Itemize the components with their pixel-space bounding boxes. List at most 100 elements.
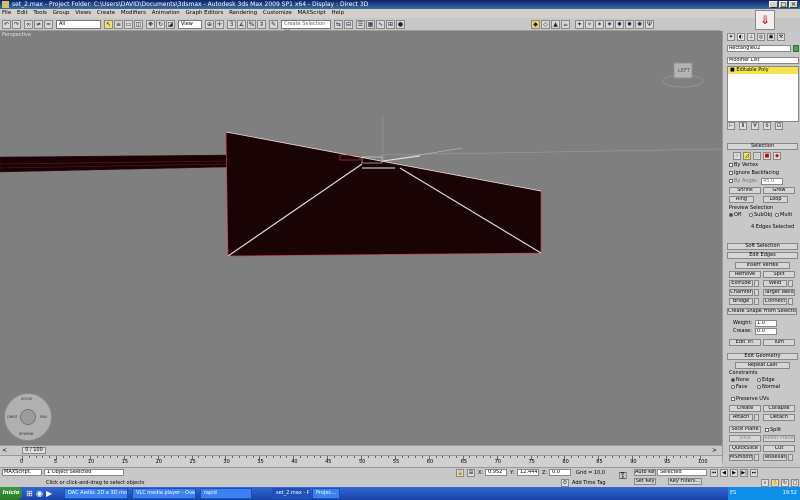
time-slider-thumb[interactable]: 0 / 100	[22, 447, 46, 454]
preserve-uvs-checkbox[interactable]: Preserve UVs	[731, 396, 769, 402]
shrink-button[interactable]: Shrink	[729, 187, 761, 194]
curve-editor-icon[interactable]: ∿	[376, 20, 385, 29]
schematic-view-icon[interactable]: ⊞	[386, 20, 395, 29]
collapse-button[interactable]: Collapse	[763, 405, 795, 412]
object-name-field[interactable]: Rectangle02	[727, 45, 791, 52]
window-crossing-icon[interactable]: ◫	[134, 20, 143, 29]
extrude-settings-button[interactable]	[754, 280, 759, 287]
pan-view-icon[interactable]: ✋	[771, 479, 779, 487]
named-selection-input[interactable]: Create Selection Se	[281, 20, 331, 34]
auto-key-select[interactable]: Selected	[657, 469, 707, 476]
menu-views[interactable]: Views	[73, 10, 93, 16]
connect-settings-button[interactable]	[788, 298, 793, 305]
goto-start-icon[interactable]: ⏮	[710, 469, 718, 477]
weld-button[interactable]: Weld	[763, 280, 787, 287]
close-button[interactable]: ×	[789, 1, 798, 8]
by-angle-checkbox[interactable]: By Angle:	[729, 178, 758, 184]
menu-help[interactable]: Help	[330, 10, 347, 16]
menu-create[interactable]: Create	[95, 10, 117, 16]
task-rapid[interactable]: rapid	[200, 488, 252, 499]
crease-field[interactable]: 0.0	[755, 328, 777, 335]
graphite-icon[interactable]: ▦	[366, 20, 375, 29]
insert-vertex-button[interactable]: Insert Vertex	[735, 262, 790, 269]
tool-c-icon[interactable]: ✶	[595, 20, 604, 29]
weight-field[interactable]: 1.0	[755, 320, 777, 327]
task-projects[interactable]: Projec...	[312, 488, 340, 499]
repeat-last-button[interactable]: Repeat Last	[735, 362, 790, 369]
modifier-list-select[interactable]: Modifier List	[727, 57, 799, 64]
tessellate-settings-button[interactable]	[788, 454, 793, 461]
auto-key-button[interactable]: Auto Key	[634, 469, 656, 476]
align-icon[interactable]: ⊟	[344, 20, 353, 29]
track-bar[interactable]: 0 5 10 15 20 25 30 35 40 45 50 55 60 65 70 75 80 85 90 95 10…	[0, 455, 722, 467]
menu-file[interactable]: File	[0, 10, 13, 16]
steering-wheel-center[interactable]	[20, 409, 36, 425]
task-dac-aiello[interactable]: DAC Aiello: 2D a 3D modi...	[64, 488, 128, 499]
pin-stack-icon[interactable]: ⊢	[727, 122, 735, 130]
tool-h-icon[interactable]: Ψ	[645, 20, 654, 29]
object-color-swatch[interactable]	[793, 45, 799, 52]
chamfer-button[interactable]: Chamfer	[729, 289, 753, 296]
tool-a-icon[interactable]: ✦	[575, 20, 584, 29]
slice-plane-button[interactable]: Slice Plane	[729, 426, 761, 433]
make-unique-icon[interactable]: ∀	[751, 122, 759, 130]
tool-g-icon[interactable]: ✺	[635, 20, 644, 29]
play-icon[interactable]: ▶	[730, 469, 738, 477]
time-slider[interactable]: < 0 / 100 >	[0, 445, 722, 455]
mirror-icon[interactable]: ⇆	[334, 20, 343, 29]
start-button[interactable]: Inicio	[0, 487, 22, 500]
chamfer-settings-button[interactable]	[754, 289, 759, 296]
redo-icon[interactable]: ↷	[12, 20, 21, 29]
constraint-edge-radio[interactable]: Edge	[757, 377, 775, 383]
grow-button[interactable]: Grow	[763, 187, 795, 194]
loop-button[interactable]: Loop	[763, 196, 788, 203]
remove-button[interactable]: Remove	[729, 271, 761, 278]
edit-edges-rollout-header[interactable]: Edit Edges	[727, 252, 798, 259]
selection-rollout-header[interactable]: Selection	[727, 143, 798, 150]
select-move-icon[interactable]: ✥	[146, 20, 155, 29]
x-field[interactable]: 0.952	[485, 469, 507, 476]
split-button[interactable]: Split	[763, 271, 795, 278]
add-time-tag[interactable]: Add Time Tag	[572, 480, 606, 486]
key-icon[interactable]: ⚿	[619, 471, 627, 482]
by-vertex-checkbox[interactable]: By Vertex	[729, 162, 758, 168]
quick-render-icon[interactable]: ▲	[551, 20, 560, 29]
attach-button[interactable]: Attach	[729, 414, 753, 421]
quickslice-button[interactable]: QuickSlice	[729, 445, 761, 452]
stack-item-editable-poly[interactable]: ■ Editable Poly	[728, 67, 798, 74]
polygon-mode-icon[interactable]: ■	[763, 152, 771, 160]
tool-f-icon[interactable]: ✹	[625, 20, 634, 29]
split-checkbox[interactable]: Split	[765, 427, 781, 433]
bind-space-warp-icon[interactable]: ≈	[44, 20, 53, 29]
msmooth-settings-button[interactable]	[754, 454, 759, 461]
connect-button[interactable]: Connect	[763, 298, 787, 305]
slider-prev-icon[interactable]: <	[2, 447, 7, 454]
select-rotate-icon[interactable]: ↻	[156, 20, 165, 29]
y-field[interactable]: 12.444	[517, 469, 539, 476]
render-setup-icon[interactable]: ◆	[531, 20, 540, 29]
maxscript-listener[interactable]: MAXScript.	[2, 469, 42, 476]
tool-b-icon[interactable]: ✧	[585, 20, 594, 29]
selection-filter-select[interactable]: All	[56, 20, 101, 29]
configure-sets-icon[interactable]: ⊡	[775, 122, 783, 130]
modifier-stack[interactable]: ■ Editable Poly	[727, 66, 799, 122]
menu-animation[interactable]: Animation	[150, 10, 182, 16]
tool-e-icon[interactable]: ✸	[615, 20, 624, 29]
quicklaunch-icon[interactable]: ⊞	[26, 489, 33, 498]
constraint-face-radio[interactable]: Face	[731, 384, 747, 390]
prev-frame-icon[interactable]: ◀	[720, 469, 728, 477]
edit-geometry-rollout-header[interactable]: Edit Geometry	[727, 353, 798, 360]
zoom-extents-icon[interactable]: ⌕	[761, 479, 769, 487]
edit-tri-button[interactable]: Edit Tri.	[729, 339, 761, 346]
menu-customize[interactable]: Customize	[261, 10, 294, 16]
create-button[interactable]: Create	[729, 405, 761, 412]
ring-button[interactable]: Ring	[729, 196, 754, 203]
angle-value-field[interactable]: 45.0	[761, 178, 783, 185]
lock-selection-icon[interactable]: 🔒	[456, 469, 464, 477]
extrude-button[interactable]: Extrude	[729, 280, 753, 287]
edge-mode-icon[interactable]: ◿	[743, 152, 751, 160]
scene-canvas[interactable]	[0, 31, 722, 445]
steering-wheel[interactable]: ZOOM ORBIT PAN REWIND	[4, 393, 52, 441]
set-key-button[interactable]: Set Key	[634, 478, 656, 485]
weld-settings-button[interactable]	[788, 280, 793, 287]
